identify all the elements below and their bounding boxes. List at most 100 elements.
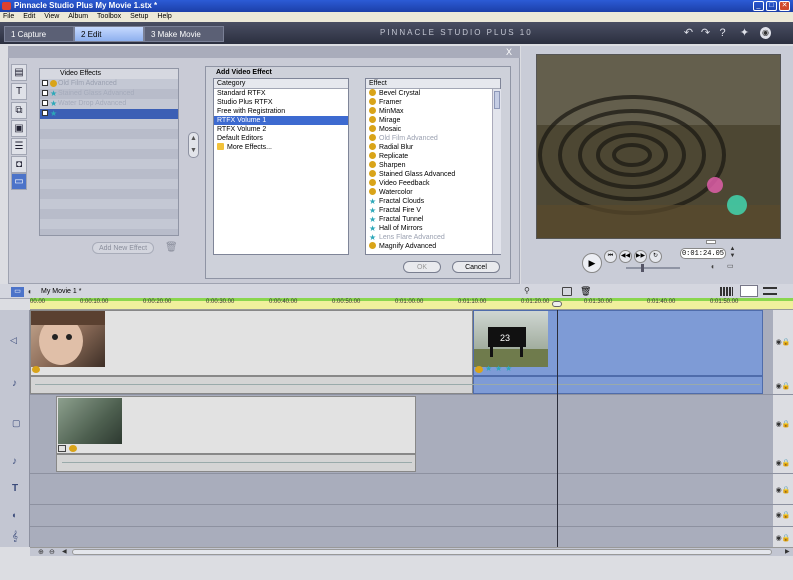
tab-edit[interactable]: 2 Edit [74, 26, 144, 42]
video-effects-tool-icon[interactable]: ▭ [11, 173, 27, 190]
effect-item[interactable]: ★ Stained Glass Advanced [40, 89, 178, 99]
tab-capture[interactable]: 1 Capture [4, 26, 74, 42]
play-button[interactable]: ▶ [582, 253, 602, 273]
category-item[interactable]: Default Editors [214, 134, 348, 143]
effect-option[interactable]: Radial Blur [366, 143, 500, 152]
more-effects-link[interactable]: More Effects... [214, 143, 348, 152]
track-lock-icon[interactable]: ◉🔒 [773, 534, 793, 542]
audio-clip-selected[interactable] [473, 376, 763, 394]
timeline-view-icon[interactable] [740, 285, 758, 297]
checkbox-icon[interactable] [42, 80, 48, 86]
track-lock-icon[interactable]: ◉🔒 [773, 382, 793, 390]
split-clip-icon[interactable] [562, 287, 572, 296]
fast-forward-icon[interactable]: ▶▶ [634, 250, 647, 263]
loop-icon[interactable]: ↻ [649, 250, 662, 263]
scrubber-handle[interactable] [552, 301, 562, 307]
effect-option[interactable]: ★ Fractal Tunnel [366, 215, 500, 224]
effect-item-selected[interactable]: ★ [40, 109, 178, 119]
effect-item[interactable]: Old Film Advanced [40, 79, 178, 89]
scrollbar-thumb[interactable] [494, 91, 500, 109]
checkbox-icon[interactable] [42, 110, 48, 116]
effect-option[interactable]: Mosaic [366, 125, 500, 134]
menu-album[interactable]: Album [68, 13, 88, 20]
overlay-audio-icon[interactable]: ♪ [12, 456, 17, 467]
lightbulb-icon[interactable]: ✦ [739, 27, 750, 39]
video-track-icon[interactable]: ◁ [10, 335, 17, 346]
preview-resize-handle[interactable] [706, 240, 716, 244]
music-track-icon[interactable]: 𝄞 [12, 531, 18, 542]
effect-option[interactable]: ★ Fractal Fire V [366, 206, 500, 215]
effect-option[interactable]: Bevel Crystal [366, 89, 500, 98]
maximize-button[interactable]: □ [766, 1, 777, 11]
checkbox-icon[interactable] [42, 100, 48, 106]
timecode-display[interactable]: 0:01:24.05 [680, 248, 726, 259]
category-item[interactable]: RTFX Volume 2 [214, 125, 348, 134]
trash-icon[interactable]: 🗑 [165, 242, 178, 253]
menu-edit[interactable]: Edit [23, 13, 35, 20]
move-up-down-control[interactable]: ▲ ▼ [188, 132, 199, 158]
effect-option[interactable]: Watercolor [366, 188, 500, 197]
effect-option[interactable]: ★ Fractal Clouds [366, 197, 500, 206]
close-button[interactable]: ✕ [779, 1, 790, 11]
sound-effect-track-icon[interactable]: ◖ [11, 510, 16, 520]
settings-icon[interactable]: ◉ [760, 27, 771, 39]
effect-option[interactable]: Magnify Advanced [366, 242, 500, 251]
effect-option[interactable]: Mirage [366, 116, 500, 125]
storyboard-view-icon[interactable] [720, 287, 733, 296]
track-lock-icon[interactable]: ◉🔒 [773, 420, 793, 428]
scroll-right-icon[interactable]: ▶ [785, 548, 790, 555]
fullscreen-icon[interactable]: ▭ [727, 263, 738, 271]
transitions-tool-icon[interactable]: ⧉ [11, 102, 27, 119]
rewind-icon[interactable]: ◀◀ [619, 250, 632, 263]
audio-track-icon[interactable]: ♪ [12, 378, 17, 389]
track-lock-icon[interactable]: ◉🔒 [773, 338, 793, 346]
category-item[interactable]: Free with Registration [214, 107, 348, 116]
category-list[interactable]: Category Standard RTFX Studio Plus RTFX … [213, 78, 349, 255]
effect-option[interactable]: ★ Hall of Mirrors [366, 224, 500, 233]
video-scenes-tool-icon[interactable]: ▤ [11, 64, 27, 81]
track-lock-icon[interactable]: ◉🔒 [773, 459, 793, 467]
effect-option[interactable]: Replicate [366, 152, 500, 161]
shuttle-knob[interactable] [641, 264, 644, 272]
overlay-audio-clip[interactable] [56, 454, 416, 472]
effect-item[interactable]: ★ Water Drop Advanced [40, 99, 178, 109]
overlay-track-icon[interactable]: ▢ [12, 418, 21, 429]
scrollbar-thumb[interactable] [72, 549, 772, 555]
ok-button[interactable]: OK [403, 261, 441, 273]
timecode-stepper[interactable]: ▲ ▼ [728, 246, 737, 260]
category-item[interactable]: Standard RTFX [214, 89, 348, 98]
photos-tool-icon[interactable]: ▣ [11, 120, 27, 137]
video-effects-list[interactable]: Video Effects Old Film Advanced ★ Stained… [39, 68, 179, 236]
effect-option[interactable]: Video Feedback [366, 179, 500, 188]
track-lock-icon[interactable]: ◉🔒 [773, 486, 793, 494]
effect-list-scrollbar[interactable] [492, 89, 501, 254]
zoom-out-icon[interactable]: ⊖ [49, 548, 55, 556]
track-lock-icon[interactable]: ◉🔒 [773, 511, 793, 519]
disc-menus-tool-icon[interactable]: ☰ [11, 138, 27, 155]
razor-antenna-icon[interactable]: ⚲ [524, 286, 536, 296]
shuttle-track[interactable] [626, 267, 680, 269]
titles-tool-icon[interactable]: T [11, 83, 27, 100]
effect-option[interactable]: MinMax [366, 107, 500, 116]
tab-make-movie[interactable]: 3 Make Movie [144, 26, 224, 42]
effect-option[interactable]: ★ Lens Flare Advanced [366, 233, 500, 242]
menu-setup[interactable]: Setup [130, 13, 148, 20]
zoom-in-icon[interactable]: ⊕ [38, 548, 44, 556]
category-item[interactable]: Studio Plus RTFX [214, 98, 348, 107]
menu-file[interactable]: File [3, 13, 14, 20]
menu-view[interactable]: View [44, 13, 59, 20]
cancel-button[interactable]: Cancel [452, 261, 500, 273]
minimize-button[interactable]: _ [753, 1, 764, 11]
delete-clip-icon[interactable]: 🗑 [580, 286, 591, 296]
sound-effects-tool-icon[interactable]: ◘ [11, 156, 27, 173]
category-item-selected[interactable]: RTFX Volume 1 [214, 116, 348, 125]
movie-window-icon[interactable]: ▭ [11, 287, 24, 297]
text-view-icon[interactable] [763, 287, 777, 295]
scroll-left-icon[interactable]: ◀ [62, 548, 67, 555]
speaker-icon[interactable]: ◖ [27, 287, 37, 297]
undo-icon[interactable]: ↶ [683, 27, 694, 39]
title-track-icon[interactable]: T [12, 483, 18, 494]
effect-option[interactable]: Sharpen [366, 161, 500, 170]
go-to-start-icon[interactable]: ⏮ [604, 250, 617, 263]
menu-toolbox[interactable]: Toolbox [97, 13, 121, 20]
